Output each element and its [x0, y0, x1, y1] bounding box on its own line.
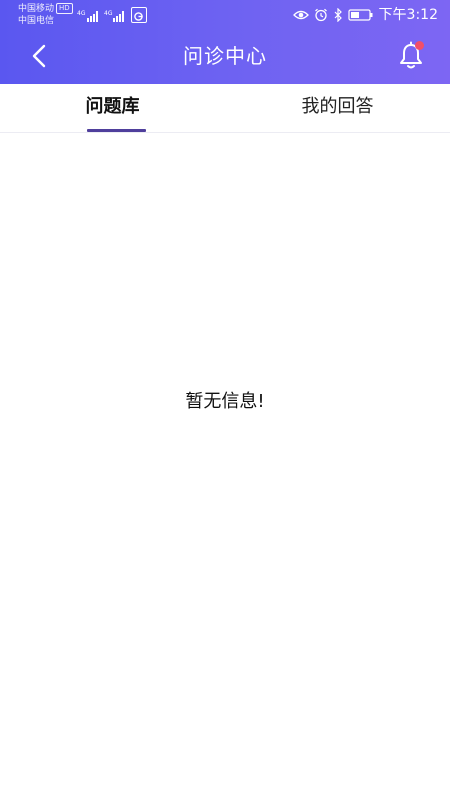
notification-badge-dot	[415, 41, 424, 50]
tab-bar: 问题库 我的回答	[0, 84, 450, 133]
signal-1-icon	[87, 11, 98, 22]
carrier-1-name: 中国移动	[18, 4, 55, 14]
app-header: 中国移动 HD 中国电信 4G 4G 下午3:12 问诊中心	[0, 0, 450, 84]
battery-icon	[347, 9, 373, 21]
empty-state-message: 暂无信息!	[185, 391, 265, 412]
signal-indicators: 4G 4G	[77, 7, 127, 23]
status-bar: 中国移动 HD 中国电信 4G 4G 下午3:12	[0, 0, 450, 32]
carrier-2-name: 中国电信	[18, 16, 55, 26]
signal-2-icon	[113, 11, 124, 22]
bluetooth-icon	[334, 8, 342, 22]
network-1-label: 4G	[77, 10, 86, 17]
navbar: 问诊中心	[0, 32, 450, 84]
page-title: 问诊中心	[183, 44, 267, 68]
network-2-label: 4G	[104, 10, 113, 17]
hd-badge: HD	[56, 3, 73, 14]
status-time: 下午3:12	[378, 7, 438, 23]
eye-icon	[292, 10, 309, 20]
tab-active-indicator	[87, 129, 146, 132]
app-notification-icon	[131, 7, 147, 23]
carrier-info: 中国移动 HD 中国电信	[18, 3, 73, 27]
status-right-group: 下午3:12	[292, 6, 438, 24]
tab-my-answers[interactable]: 我的回答	[225, 84, 450, 132]
tab-question-bank[interactable]: 问题库	[0, 84, 225, 132]
alarm-icon	[314, 8, 327, 22]
